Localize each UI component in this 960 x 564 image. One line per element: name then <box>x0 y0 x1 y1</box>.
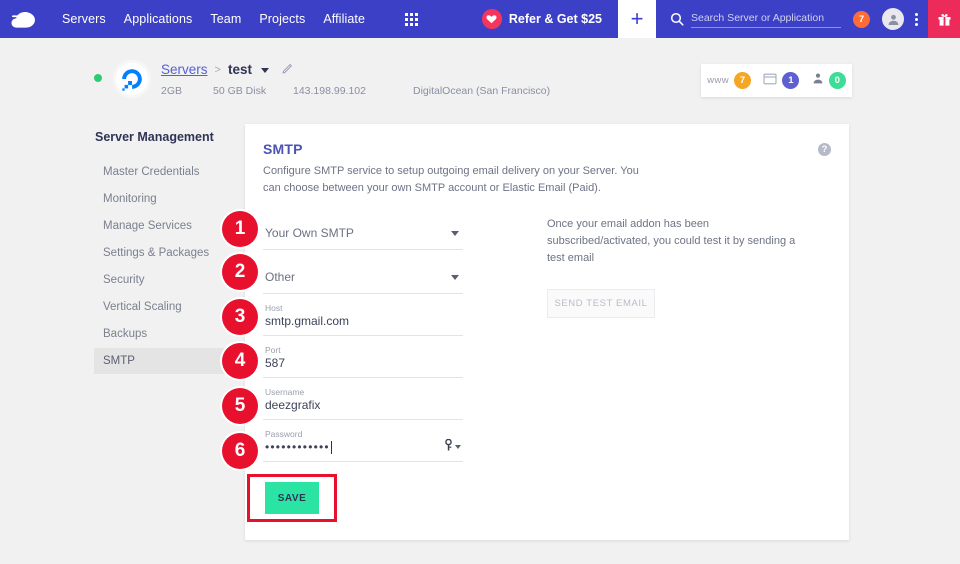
form-gap <box>263 420 463 429</box>
server-specs: 2GB 50 GB Disk 143.198.99.102 DigitalOce… <box>161 85 550 97</box>
annotation-marker-1: 1 <box>222 211 258 247</box>
heart-icon <box>481 9 502 29</box>
breadcrumb-server-name: test <box>227 62 252 77</box>
form-gap <box>263 378 463 387</box>
digitalocean-icon <box>116 63 148 95</box>
username-label: Username <box>265 387 305 397</box>
password-manager-indicator[interactable] <box>444 438 461 456</box>
annotation-marker-2: 2 <box>222 254 258 290</box>
port-input[interactable]: 587 <box>263 355 463 377</box>
search-input[interactable] <box>691 10 841 28</box>
username-field[interactable]: Username deezgrafix <box>263 387 463 420</box>
badge-www[interactable]: www 7 <box>707 72 751 89</box>
badge-users[interactable]: 0 <box>812 72 846 90</box>
search-area <box>670 10 841 28</box>
refer-and-get-button[interactable]: Refer & Get $25 <box>481 9 618 29</box>
server-badges-widget: www 7 1 0 <box>701 64 852 97</box>
annotation-marker-4: 4 <box>222 343 258 379</box>
add-new-button[interactable]: + <box>618 0 656 38</box>
form-gap <box>263 336 463 345</box>
breadcrumb-servers[interactable]: Servers <box>161 62 208 77</box>
port-label: Port <box>265 345 281 355</box>
smtp-provider-value: Your Own SMTP <box>265 225 354 240</box>
pencil-edit-icon[interactable] <box>282 61 294 79</box>
nav-item-projects[interactable]: Projects <box>259 12 305 26</box>
navbar-right: Refer & Get $25 + 7 <box>481 0 960 38</box>
gift-icon[interactable] <box>928 0 960 38</box>
apps-grid-icon[interactable] <box>405 12 418 26</box>
key-icon <box>444 438 453 456</box>
password-field[interactable]: Password •••••••••••• <box>263 429 463 462</box>
help-question-icon[interactable]: ? <box>818 143 831 156</box>
refer-label: Refer & Get $25 <box>508 12 602 26</box>
server-ram: 2GB <box>161 85 183 97</box>
form-gap <box>263 294 463 303</box>
card-description: Configure SMTP service to setup outgoing… <box>263 165 639 195</box>
port-field[interactable]: Port 587 <box>263 345 463 378</box>
host-field[interactable]: Host smtp.gmail.com <box>263 303 463 336</box>
text-cursor <box>330 441 332 454</box>
host-input[interactable]: smtp.gmail.com <box>263 313 463 335</box>
nav-item-applications[interactable]: Applications <box>124 12 193 26</box>
test-email-description: Once your email addon has been subscribe… <box>547 218 796 265</box>
save-button[interactable]: SAVE <box>265 482 319 514</box>
server-ip: 143.198.99.102 <box>293 85 366 97</box>
sidebar-title: Server Management <box>95 130 214 144</box>
www-label: www <box>707 75 729 86</box>
test-email-panel: Once your email addon has been subscribe… <box>547 216 812 319</box>
nav-item-team[interactable]: Team <box>210 12 241 26</box>
breadcrumb: Servers > test <box>161 60 550 79</box>
password-masked-value: •••••••••••• <box>265 440 330 454</box>
host-label: Host <box>265 303 283 313</box>
top-navbar: Servers Applications Team Projects Affil… <box>0 0 960 38</box>
search-icon[interactable] <box>670 12 684 26</box>
add-new-label: + <box>630 6 644 31</box>
smtp-service-value: Other <box>265 269 296 284</box>
primary-nav: Servers Applications Team Projects Affil… <box>62 12 418 26</box>
user-avatar-icon[interactable] <box>882 8 904 30</box>
www-count: 7 <box>733 72 751 89</box>
sidebar-item-master-credentials[interactable]: Master Credentials <box>94 159 250 185</box>
user-icon <box>812 72 824 90</box>
server-header: Servers > test 2GB 50 GB Disk 143.198.99… <box>94 60 550 97</box>
sidebar-item-monitoring[interactable]: Monitoring <box>94 186 250 212</box>
password-input[interactable]: •••••••••••• <box>263 439 463 461</box>
cloudways-logo-icon[interactable] <box>0 9 56 29</box>
annotation-marker-6: 6 <box>222 433 258 469</box>
form-gap <box>263 250 463 260</box>
applications-count: 1 <box>782 72 800 89</box>
chevron-down-icon[interactable] <box>260 68 269 73</box>
smtp-form: Your Own SMTP Other Host smtp.gmail.com … <box>263 216 463 462</box>
username-input[interactable]: deezgrafix <box>263 397 463 419</box>
chevron-down-icon <box>451 231 459 236</box>
smtp-service-select[interactable]: Other <box>263 260 463 294</box>
annotation-marker-3: 3 <box>222 299 258 335</box>
chevron-down-icon <box>451 275 459 280</box>
annotation-marker-5: 5 <box>222 388 258 424</box>
server-management-sidebar: Server Management Master Credentials Mon… <box>94 130 250 375</box>
chevron-down-icon <box>455 445 461 449</box>
badge-applications[interactable]: 1 <box>763 72 800 90</box>
server-status-dot <box>94 74 102 82</box>
nav-item-affiliate[interactable]: Affiliate <box>323 12 365 26</box>
smtp-provider-select[interactable]: Your Own SMTP <box>263 216 463 250</box>
server-meta: Servers > test 2GB 50 GB Disk 143.198.99… <box>161 60 550 97</box>
send-test-email-button[interactable]: SEND TEST EMAIL <box>547 289 655 319</box>
password-label: Password <box>265 429 303 439</box>
nav-item-servers[interactable]: Servers <box>62 12 106 26</box>
notification-count-badge[interactable]: 7 <box>853 10 870 28</box>
page-title: SMTP <box>263 141 303 157</box>
app-page: Servers Applications Team Projects Affil… <box>0 0 960 564</box>
server-provider: DigitalOcean (San Francisco) <box>413 85 551 97</box>
calendar-icon <box>763 72 777 90</box>
kebab-menu-icon[interactable] <box>915 12 918 26</box>
users-count: 0 <box>828 72 846 89</box>
server-disk: 50 GB Disk <box>213 85 267 97</box>
breadcrumb-separator: > <box>214 63 221 76</box>
